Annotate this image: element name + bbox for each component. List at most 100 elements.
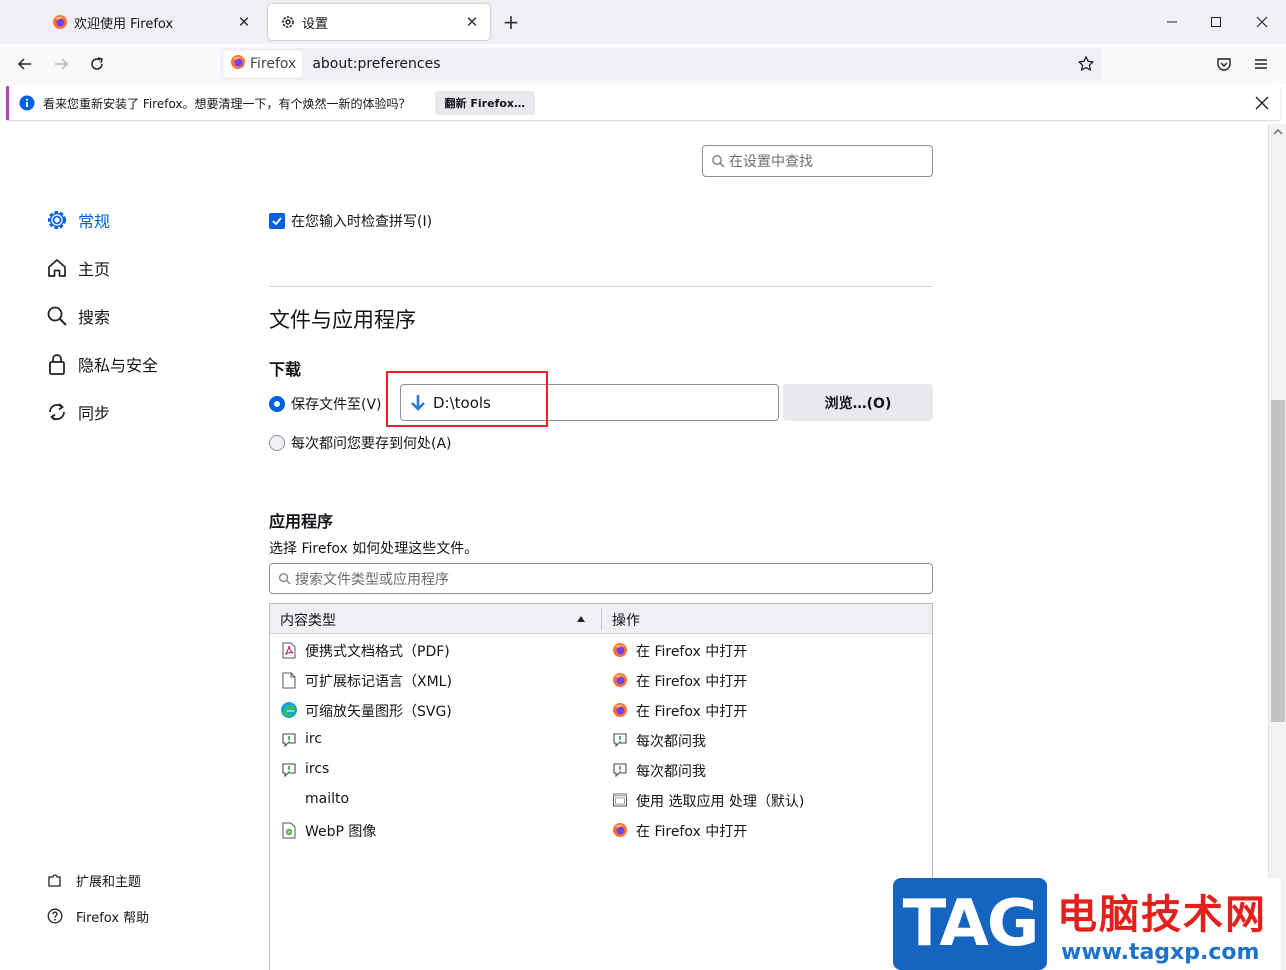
table-row[interactable]: irc 每次都问我 — [270, 725, 932, 755]
footer-label: 扩展和主题 — [76, 874, 142, 890]
action-label[interactable]: 每次都问我 — [636, 731, 706, 751]
tab-title: 设置 — [302, 16, 329, 32]
close-icon[interactable]: ✕ — [464, 14, 480, 30]
page-scrollbar[interactable] — [1268, 124, 1286, 970]
close-icon[interactable]: ✕ — [236, 14, 252, 30]
search-placeholder: 在设置中查找 — [729, 154, 813, 170]
save-to-radio[interactable]: 保存文件至(V) — [269, 394, 382, 414]
column-divider[interactable] — [601, 608, 602, 630]
forward-arrow-icon[interactable] — [49, 52, 73, 76]
firefox-icon — [52, 14, 68, 30]
back-arrow-icon[interactable] — [13, 52, 37, 76]
always-ask-radio[interactable]: 每次都问您要存到何处(A) — [269, 433, 452, 453]
radio-selected-icon[interactable] — [269, 396, 285, 412]
save-to-label: 保存文件至(V) — [291, 397, 382, 413]
reset-notification-bar: 看来您重新安装了 Firefox。想要清理一下，有个焕然一新的体验吗？ 翻新 F… — [6, 86, 1280, 120]
table-header: 内容类型 操作 — [270, 604, 932, 634]
table-row[interactable]: WebP 图像 在 Firefox 中打开 — [270, 815, 932, 845]
content-type-label: mailto — [305, 791, 350, 807]
pocket-icon[interactable] — [1212, 52, 1236, 76]
window-close-icon[interactable] — [1250, 10, 1274, 34]
chat-icon — [611, 761, 629, 779]
sidebar-item-sync[interactable]: 同步 — [44, 398, 110, 426]
navigation-toolbar: Firefox about:preferences — [0, 44, 1286, 84]
tab-welcome[interactable]: 欢迎使用 Firefox ✕ — [40, 4, 262, 40]
minimize-icon[interactable] — [1160, 10, 1184, 34]
app-window-icon — [611, 791, 629, 809]
sidebar-item-general[interactable]: 常规 — [44, 206, 110, 234]
sidebar-footer-help[interactable]: Firefox 帮助 — [46, 905, 149, 927]
firefox-icon — [611, 821, 629, 839]
column-header-action[interactable]: 操作 — [612, 610, 640, 630]
checkmark-icon[interactable] — [269, 213, 285, 229]
table-row[interactable]: 可扩展标记语言（XML) 在 Firefox 中打开 — [270, 665, 932, 695]
bookmark-star-icon[interactable] — [1076, 54, 1096, 74]
content-type-label: WebP 图像 — [305, 824, 377, 840]
edge-icon — [280, 701, 298, 719]
image-file-icon — [280, 821, 298, 839]
gear-icon — [280, 14, 296, 30]
table-row[interactable]: mailto 使用 选取应用 处理（默认) — [270, 785, 932, 815]
chat-icon — [611, 731, 629, 749]
sort-ascending-icon[interactable] — [576, 615, 586, 623]
filter-file-types-input[interactable]: 搜索文件类型或应用程序 — [269, 563, 933, 594]
footer-label: Firefox 帮助 — [76, 910, 150, 926]
firefox-icon — [611, 671, 629, 689]
tab-bar: 欢迎使用 Firefox ✕ 设置 ✕ + — [0, 0, 1286, 44]
refresh-firefox-button[interactable]: 翻新 Firefox… — [434, 91, 535, 115]
sidebar-item-home[interactable]: 主页 — [44, 254, 110, 282]
table-row[interactable]: 便携式文档格式（PDF) 在 Firefox 中打开 — [270, 635, 932, 665]
sidebar-item-privacy[interactable]: 隐私与安全 — [44, 350, 158, 378]
table-row[interactable]: ircs 每次都问我 — [270, 755, 932, 785]
menu-hamburger-icon[interactable] — [1249, 52, 1273, 76]
browse-button[interactable]: 浏览…(O) — [783, 384, 933, 421]
action-label[interactable]: 在 Firefox 中打开 — [636, 821, 747, 841]
puzzle-icon — [46, 871, 64, 889]
action-label[interactable]: 在 Firefox 中打开 — [636, 701, 747, 721]
watermark: TAG 电脑技术网 www.tagxp.com — [893, 878, 1281, 970]
search-icon — [44, 303, 70, 329]
tab-settings[interactable]: 设置 ✕ — [268, 4, 490, 40]
identity-box[interactable]: Firefox — [224, 51, 303, 77]
action-label[interactable]: 在 Firefox 中打开 — [636, 641, 747, 661]
applications-table: 内容类型 操作 便携式文档格式（PDF) 在 Firefox 中打开 可扩展标记… — [269, 603, 933, 970]
notification-message: 看来您重新安装了 Firefox。想要清理一下，有个焕然一新的体验吗？ — [43, 96, 411, 111]
sidebar-footer-extensions[interactable]: 扩展和主题 — [46, 869, 141, 891]
new-tab-button[interactable]: + — [500, 10, 522, 34]
spellcheck-checkbox[interactable]: 在您输入时检查拼写(I) — [269, 211, 432, 231]
spellcheck-label: 在您输入时检查拼写(I) — [291, 214, 433, 230]
url-bar[interactable]: Firefox about:preferences — [220, 48, 1102, 80]
chat-icon — [280, 761, 298, 779]
sidebar-item-label: 主页 — [78, 260, 111, 279]
action-label[interactable]: 每次都问我 — [636, 761, 706, 781]
filter-placeholder: 搜索文件类型或应用程序 — [295, 571, 449, 588]
help-icon — [46, 907, 64, 925]
home-icon — [44, 255, 70, 281]
column-header-content-type[interactable]: 内容类型 — [280, 610, 336, 630]
action-label[interactable]: 在 Firefox 中打开 — [636, 671, 747, 691]
url-text[interactable]: about:preferences — [312, 56, 440, 72]
tab-title: 欢迎使用 Firefox — [74, 16, 174, 32]
sidebar-item-search[interactable]: 搜索 — [44, 302, 110, 330]
scrollbar-thumb[interactable] — [1271, 400, 1285, 722]
reload-icon[interactable] — [85, 52, 109, 76]
blank-file-icon — [280, 671, 298, 689]
search-icon — [712, 155, 725, 168]
settings-search-input[interactable]: 在设置中查找 — [702, 145, 933, 177]
info-icon — [19, 95, 35, 111]
close-icon[interactable] — [1254, 95, 1270, 111]
sidebar-item-label: 搜索 — [78, 308, 111, 327]
content-type-label: ircs — [305, 761, 330, 777]
firefox-icon — [230, 54, 246, 74]
table-row[interactable]: 可缩放矢量图形（SVG) 在 Firefox 中打开 — [270, 695, 932, 725]
lock-icon — [44, 351, 70, 377]
action-label[interactable]: 使用 选取应用 处理（默认) — [636, 791, 804, 811]
watermark-logo: TAG — [893, 878, 1047, 970]
content-type-label: 便携式文档格式（PDF) — [305, 644, 450, 660]
maximize-icon[interactable] — [1204, 10, 1228, 34]
radio-unselected-icon[interactable] — [269, 435, 285, 451]
scroll-up-icon[interactable] — [1273, 128, 1283, 136]
identity-label: Firefox — [250, 56, 297, 72]
chat-icon — [280, 731, 298, 749]
sync-icon — [44, 399, 70, 425]
